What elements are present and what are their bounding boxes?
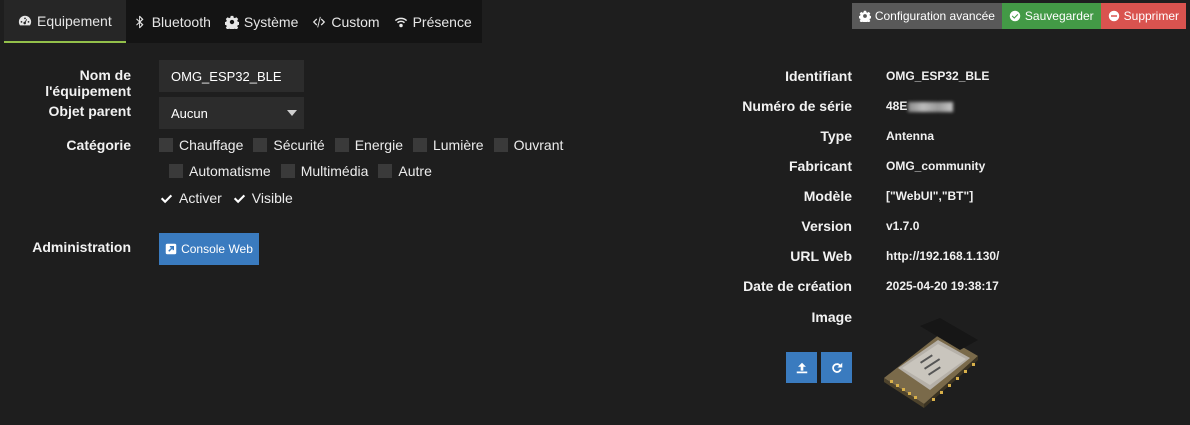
visible-checkbox[interactable]: Visible [232, 190, 293, 206]
save-button[interactable]: Sauvegarder [1001, 3, 1101, 29]
date-label: Date de création [743, 278, 852, 294]
check-icon [233, 194, 245, 203]
minus-circle-icon [1108, 10, 1119, 22]
checkbox[interactable] [253, 138, 268, 152]
cogs-icon [224, 15, 239, 29]
category-row-1: Chauffage Sécurité Energie Lumière Ouvra… [159, 137, 573, 153]
category-text: Lumière [432, 137, 484, 153]
parent-select[interactable]: Aucun [159, 97, 304, 129]
advanced-config-label: Configuration avancée [874, 9, 995, 23]
category-securite[interactable]: Sécurité [253, 137, 325, 153]
tab-bar: Equipement Bluetooth Système Custom Prés… [4, 0, 482, 43]
save-label: Sauvegarder [1024, 9, 1094, 23]
console-web-button[interactable]: Console Web [159, 233, 259, 265]
checkbox[interactable] [412, 138, 427, 152]
category-text: Autre [398, 163, 432, 179]
delete-label: Supprimer [1123, 9, 1179, 23]
name-label: Nom de l'équipement [45, 67, 131, 99]
checkbox[interactable] [378, 164, 393, 178]
refresh-image-button[interactable] [821, 352, 852, 383]
check-circle-icon [1009, 10, 1021, 22]
tab-bluetooth[interactable]: Bluetooth [126, 0, 218, 43]
check-icon [160, 194, 173, 203]
serial-label: Numéro de série [742, 98, 852, 114]
esp32-module-image [884, 318, 978, 408]
category-autre[interactable]: Autre [378, 163, 432, 179]
checkbox[interactable] [280, 164, 295, 178]
visible-label: Visible [251, 190, 293, 206]
category-text: Automatisme [189, 163, 271, 179]
administration-label: Administration [32, 239, 131, 255]
category-energie[interactable]: Energie [334, 137, 403, 153]
category-lumiere[interactable]: Lumière [412, 137, 484, 153]
wifi-icon [394, 17, 407, 27]
tab-presence[interactable]: Présence [387, 0, 479, 43]
category-chauffage[interactable]: Chauffage [159, 137, 243, 153]
category-text: Sécurité [273, 137, 325, 153]
checkbox[interactable] [159, 138, 173, 152]
parent-value: Aucun [171, 105, 208, 121]
id-value: OMG_ESP32_BLE [886, 69, 990, 83]
code-icon [313, 16, 326, 28]
name-value: OMG_ESP32_BLE [171, 68, 282, 84]
category-ouvrant[interactable]: Ouvrant [493, 137, 564, 153]
image-label: Image [811, 309, 852, 325]
category-text: Multimédia [300, 163, 369, 179]
bluetooth-icon [135, 15, 144, 28]
category-label: Catégorie [66, 137, 131, 153]
category-row-2: Automatisme Multimédia Autre [169, 163, 442, 179]
parent-label: Objet parent [48, 103, 131, 119]
checkbox[interactable] [169, 164, 183, 178]
tab-equipement[interactable]: Equipement [4, 0, 126, 43]
model-value: ["WebUI","BT"] [886, 189, 974, 203]
caret-down-icon [287, 110, 297, 116]
category-automatisme[interactable]: Automatisme [169, 163, 271, 179]
console-web-label: Console Web [181, 242, 253, 256]
checkbox[interactable] [493, 138, 508, 152]
status-row: Activer Visible [159, 190, 303, 206]
tab-label: Système [243, 13, 299, 30]
activate-label: Activer [179, 190, 222, 206]
refresh-icon [831, 362, 842, 373]
version-value: v1.7.0 [886, 219, 920, 233]
checkbox[interactable] [334, 138, 349, 152]
model-label: Modèle [803, 188, 852, 204]
tab-label: Custom [331, 13, 380, 30]
delete-button[interactable]: Supprimer [1100, 3, 1186, 29]
type-label: Type [820, 128, 852, 144]
tab-label: Présence [412, 13, 472, 30]
cogs-icon [858, 10, 871, 22]
url-value[interactable]: http://192.168.1.130/ [886, 249, 999, 263]
maker-label: Fabricant [788, 158, 852, 174]
category-text: Chauffage [179, 137, 244, 153]
id-label: Identifiant [785, 68, 852, 84]
category-text: Energie [354, 137, 403, 153]
serial-value: 48E [886, 99, 908, 113]
action-bar: Configuration avancée Sauvegarder Suppri… [851, 3, 1186, 29]
upload-image-button[interactable] [786, 352, 817, 383]
redacted-blur [908, 101, 954, 112]
category-multimedia[interactable]: Multimédia [280, 163, 369, 179]
category-text: Ouvrant [513, 137, 564, 153]
url-label: URL Web [790, 248, 852, 264]
maker-value: OMG_community [886, 159, 986, 173]
serial-field: 48E [886, 99, 954, 113]
advanced-config-button[interactable]: Configuration avancée [851, 3, 1002, 29]
dashboard-icon [18, 15, 32, 25]
external-link-icon [165, 243, 177, 255]
date-value: 2025-04-20 19:38:17 [886, 279, 999, 293]
version-label: Version [801, 218, 852, 234]
type-value: Antenna [886, 129, 934, 143]
tab-label: Bluetooth [151, 13, 211, 30]
activate-checkbox[interactable]: Activer [159, 190, 222, 206]
tab-systeme[interactable]: Système [218, 0, 305, 43]
tab-custom[interactable]: Custom [305, 0, 386, 43]
name-input[interactable]: OMG_ESP32_BLE [159, 60, 304, 92]
tab-label: Equipement [37, 12, 112, 29]
upload-icon [796, 362, 807, 373]
